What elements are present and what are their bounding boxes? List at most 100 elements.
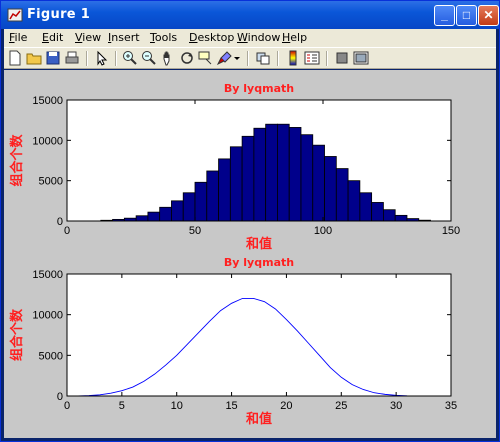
menu-edit-mnemonic: E bbox=[42, 31, 49, 44]
x-tick-label: 10 bbox=[171, 400, 183, 412]
brush-icon[interactable] bbox=[217, 50, 233, 66]
figure-toolbar bbox=[4, 47, 496, 69]
toolbar-separator bbox=[115, 51, 117, 66]
y-tick-label: 15000 bbox=[32, 95, 63, 107]
histogram-bar bbox=[359, 192, 373, 222]
menu-view[interactable]: View bbox=[75, 31, 101, 44]
histogram-bar bbox=[241, 135, 255, 222]
plots-svg: 0 50 100 150050001000015000By lyqmath和值组合个数… bbox=[9, 82, 460, 427]
title-bar[interactable]: Figure 1 _ □ ✕ bbox=[1, 1, 499, 29]
histogram-bar bbox=[288, 127, 302, 222]
histogram-bar bbox=[371, 202, 384, 222]
histogram-bar bbox=[335, 168, 349, 222]
y-tick-label: 15000 bbox=[32, 269, 63, 281]
histogram-bar bbox=[253, 127, 267, 222]
toolbar-separator bbox=[277, 51, 279, 66]
toolbar-separator bbox=[326, 51, 328, 66]
x-tick-label: 50 bbox=[189, 225, 201, 237]
menu-window-mnemonic: W bbox=[237, 31, 248, 44]
x-tick-label: 150 bbox=[442, 225, 460, 237]
histogram-bar bbox=[347, 180, 361, 222]
menu-help[interactable]: Help bbox=[282, 31, 307, 44]
menu-window-label: indow bbox=[247, 31, 281, 44]
histogram-bar bbox=[324, 156, 337, 222]
histogram-bar bbox=[135, 215, 149, 222]
histogram-bar bbox=[394, 214, 408, 222]
chart-title: By lyqmath bbox=[224, 82, 294, 95]
maximize-button[interactable]: □ bbox=[456, 5, 477, 26]
histogram-bar bbox=[383, 209, 396, 222]
legend-icon[interactable] bbox=[304, 50, 320, 66]
hide-plot-tools-icon[interactable] bbox=[334, 50, 350, 66]
print-icon[interactable] bbox=[64, 50, 80, 66]
menu-tools-label: ools bbox=[154, 31, 178, 44]
toolbar-separator bbox=[86, 51, 88, 66]
menu-desktop-label: esktop bbox=[197, 31, 235, 44]
y-axis-label: 组合个数 bbox=[9, 308, 25, 361]
y-tick-label: 0 bbox=[57, 391, 63, 403]
y-tick-label: 0 bbox=[57, 216, 63, 228]
x-tick-label: 0 bbox=[64, 400, 70, 412]
histogram-bar bbox=[206, 170, 219, 222]
menu-window[interactable]: Window bbox=[237, 31, 280, 44]
x-tick-label: 20 bbox=[280, 400, 292, 412]
histogram-bar bbox=[182, 192, 196, 222]
open-file-icon[interactable] bbox=[26, 50, 42, 66]
menu-edit-label: dit bbox=[48, 31, 64, 44]
zoom-in-icon[interactable] bbox=[122, 50, 138, 66]
data-cursor-icon[interactable] bbox=[198, 50, 214, 66]
histogram-bar bbox=[171, 200, 184, 222]
histogram-bar bbox=[194, 181, 208, 222]
colorbar-icon[interactable] bbox=[285, 50, 301, 66]
toolbar-separator bbox=[247, 51, 249, 66]
close-button[interactable]: ✕ bbox=[478, 5, 499, 26]
edit-plot-arrow-icon[interactable] bbox=[94, 50, 110, 66]
menu-file[interactable]: File bbox=[9, 31, 27, 44]
new-figure-icon[interactable] bbox=[7, 50, 23, 66]
menu-desktop[interactable]: Desktop bbox=[189, 31, 234, 44]
histogram-bar bbox=[265, 123, 278, 222]
x-tick-label: 100 bbox=[314, 225, 332, 237]
pan-hand-icon[interactable] bbox=[160, 50, 176, 66]
menu-insert[interactable]: Insert bbox=[108, 31, 140, 44]
histogram-bar bbox=[229, 146, 243, 222]
y-tick-label: 5000 bbox=[39, 350, 63, 362]
chart-title: By lyqmath bbox=[224, 256, 294, 269]
menu-view-label: iew bbox=[82, 31, 102, 44]
x-axis-label: 和值 bbox=[246, 236, 272, 252]
histogram-bar bbox=[147, 211, 161, 222]
y-tick-label: 10000 bbox=[32, 135, 63, 147]
histogram-bar bbox=[300, 134, 314, 222]
axes-background-2 bbox=[67, 274, 451, 396]
x-tick-label: 0 bbox=[64, 225, 70, 237]
figure-canvas[interactable]: 0 50 100 150 0 5000 10000 15000 By lyqmath 和值 组合个数… bbox=[4, 70, 496, 438]
save-icon[interactable] bbox=[45, 50, 61, 66]
menu-file-label: ile bbox=[14, 31, 28, 44]
window-title: Figure 1 bbox=[27, 7, 91, 22]
x-axis-label: 和值 bbox=[246, 411, 272, 427]
rotate-3d-icon[interactable] bbox=[179, 50, 195, 66]
y-tick-label: 10000 bbox=[32, 310, 63, 322]
menu-bar: File Edit View Insert Tools Desktop Wind… bbox=[4, 29, 496, 47]
menu-tools[interactable]: Tools bbox=[150, 31, 177, 44]
x-tick-label: 15 bbox=[225, 400, 237, 412]
x-tick-label: 25 bbox=[335, 400, 347, 412]
histogram-bar bbox=[277, 123, 290, 222]
figure-window: Figure 1 _ □ ✕ File Edit View Insert Too… bbox=[0, 0, 500, 442]
menu-help-label: elp bbox=[290, 31, 308, 44]
y-axis-label: 组合个数 bbox=[9, 134, 25, 187]
histogram-bar bbox=[312, 144, 325, 222]
matlab-figure-icon bbox=[7, 8, 23, 22]
y-tick-label: 5000 bbox=[39, 176, 63, 188]
zoom-out-icon[interactable] bbox=[141, 50, 157, 66]
chevron-down-icon[interactable] bbox=[233, 50, 241, 66]
menu-insert-label: nsert bbox=[111, 31, 140, 44]
menu-edit[interactable]: Edit bbox=[42, 31, 63, 44]
x-tick-label: 35 bbox=[445, 400, 457, 412]
histogram-bar bbox=[218, 158, 231, 222]
minimize-button[interactable]: _ bbox=[434, 5, 455, 26]
x-tick-label: 5 bbox=[119, 400, 125, 412]
x-tick-label: 30 bbox=[390, 400, 402, 412]
show-plot-tools-icon[interactable] bbox=[353, 50, 369, 66]
link-plot-icon[interactable] bbox=[255, 50, 271, 66]
